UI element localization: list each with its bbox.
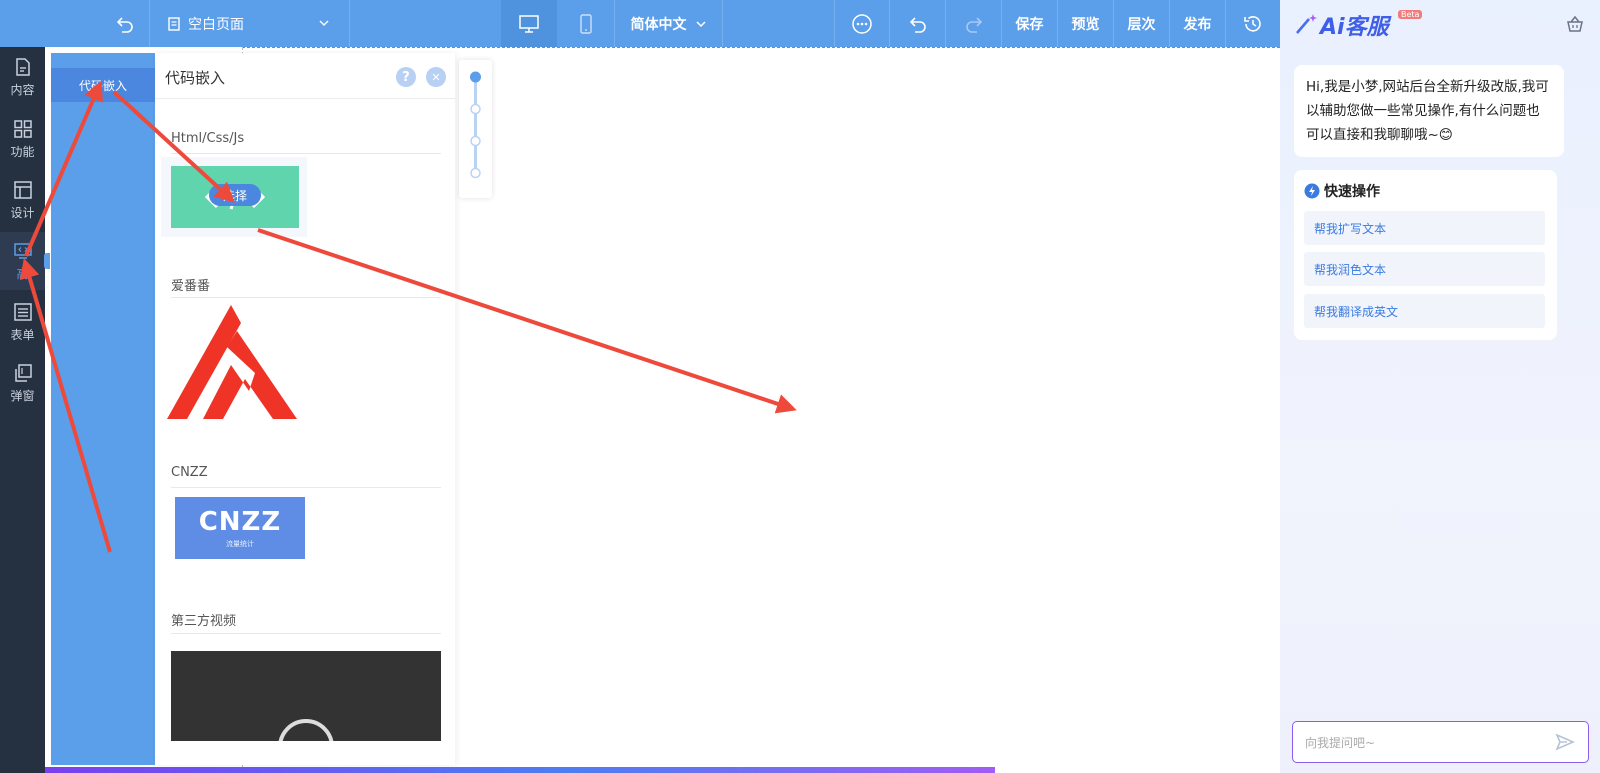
section-divider (171, 487, 441, 488)
section-divider (171, 153, 441, 154)
more-dots-icon (852, 13, 872, 34)
cnzz-logo-subtitle: 流量统计 (226, 540, 254, 548)
chevron-down-icon (695, 20, 706, 27)
rail-active-indicator (44, 253, 50, 269)
quick-actions-title: 快速操作 (1324, 184, 1380, 200)
module-panel: 代码嵌入 ? ✕ Html/Css/Js 选择 爱番番 CNZZ CNZZ 流量… (155, 53, 455, 765)
canvas-top-border (242, 47, 1280, 48)
quick-action-polish[interactable]: 帮我润色文本 (1304, 252, 1545, 286)
mobile-icon (579, 13, 592, 34)
rail-item-label: 内容 (10, 82, 35, 97)
cnzz-module-card[interactable]: CNZZ 流量统计 (175, 497, 305, 559)
editor-canvas[interactable] (455, 47, 1280, 765)
left-nav-rail: 内容 功能 设计 高 表单 弹窗 (0, 47, 50, 773)
section-title-cnzz: CNZZ (171, 465, 208, 480)
quick-action-expand[interactable]: 帮我扩写文本 (1304, 211, 1545, 245)
ai-input-box (1292, 721, 1589, 763)
rail-item-function[interactable]: 功能 (0, 110, 45, 168)
rail-item-popup[interactable]: 弹窗 (0, 354, 45, 412)
page-selector[interactable]: 空白页面 (150, 0, 350, 47)
help-button[interactable]: ? (396, 67, 416, 87)
save-button[interactable]: 保存 (1002, 0, 1058, 47)
top-toolbar: 空白页面 简体中文 保存 预览 层次 发布 (0, 0, 1280, 47)
desktop-view-button[interactable] (501, 0, 557, 47)
grid-icon (13, 119, 32, 138)
module-category-column: 代码嵌入 (51, 53, 155, 765)
chevron-down-icon (319, 20, 329, 27)
more-button[interactable] (834, 0, 890, 47)
quick-actions-card: 快速操作 帮我扩写文本 帮我润色文本 帮我翻译成英文 (1294, 170, 1557, 340)
section-divider (171, 633, 441, 634)
rail-item-form[interactable]: 表单 (0, 293, 45, 351)
mobile-view-button[interactable] (557, 0, 615, 47)
publish-button[interactable]: 发布 (1170, 0, 1226, 47)
redo-button[interactable] (946, 0, 1002, 47)
rail-item-label: 弹窗 (10, 388, 35, 403)
document-icon (15, 57, 30, 76)
page-icon (168, 16, 180, 31)
rail-item-label: 设计 (10, 205, 35, 220)
ai-greeting-message: Hi,我是小梦,网站后台全新升级改版,我可以辅助您做一些常见操作,有什么问题也可… (1294, 65, 1564, 157)
language-selector[interactable]: 简体中文 (615, 0, 723, 47)
rail-item-label: 表单 (10, 327, 35, 342)
quick-action-translate[interactable]: 帮我翻译成英文 (1304, 294, 1545, 328)
bottom-progress-bar (45, 767, 995, 773)
window-stack-icon (14, 363, 32, 382)
ai-title: Ai客服 (1320, 15, 1389, 40)
basket-icon[interactable] (1565, 14, 1585, 34)
preview-button[interactable]: 预览 (1058, 0, 1114, 47)
return-icon (116, 16, 133, 33)
rail-item-advanced[interactable]: 高 (0, 232, 45, 290)
desktop-icon (519, 14, 539, 33)
undo-icon (909, 16, 926, 33)
beta-badge: Beta (1398, 10, 1423, 19)
step-pager (459, 60, 492, 198)
list-icon (13, 302, 32, 321)
html-module-card[interactable]: 选择 (161, 157, 307, 237)
section-title-html: Html/Css/Js (171, 131, 245, 146)
ai-header: Ai客服 Beta (1280, 0, 1600, 47)
ai-assistant-panel: Ai客服 Beta Hi,我是小梦,网站后台全新升级改版,我可以辅助您做一些常见… (1280, 0, 1600, 773)
cnzz-logo-text: CNZZ (198, 507, 282, 537)
category-item-code-embed[interactable]: 代码嵌入 (51, 68, 155, 102)
aifanfan-module-card[interactable] (165, 303, 299, 423)
rail-item-design[interactable]: 设计 (0, 171, 45, 229)
close-button[interactable]: ✕ (426, 67, 446, 87)
select-button[interactable]: 选择 (209, 184, 261, 206)
play-circle-icon (278, 719, 334, 741)
rail-item-label: 高 (16, 266, 29, 281)
language-label: 简体中文 (630, 16, 687, 33)
page-selector-label: 空白页面 (188, 16, 244, 33)
panel-title: 代码嵌入 (165, 69, 226, 87)
section-title-aifanfan: 爱番番 (171, 279, 211, 294)
history-icon (1244, 15, 1261, 32)
back-button[interactable] (100, 0, 150, 47)
rail-item-label: 功能 (10, 144, 35, 159)
redo-icon (965, 16, 982, 33)
code-monitor-icon (13, 242, 32, 259)
panel-header: 代码嵌入 ? ✕ (155, 53, 455, 99)
ai-question-input[interactable] (1303, 730, 1547, 756)
section-divider (171, 297, 441, 298)
html-module-thumbnail: 选择 (171, 166, 299, 228)
layers-button[interactable]: 层次 (1114, 0, 1170, 47)
history-button[interactable] (1226, 0, 1280, 47)
step-indicator (470, 71, 481, 179)
magic-wand-icon (1296, 14, 1317, 34)
section-title-video: 第三方视频 (171, 614, 237, 629)
send-icon[interactable] (1555, 732, 1575, 752)
video-module-card[interactable] (171, 651, 441, 741)
aifanfan-logo-icon (167, 305, 297, 419)
rail-item-content[interactable]: 内容 (0, 48, 45, 106)
undo-button[interactable] (890, 0, 946, 47)
lightning-icon (1304, 183, 1320, 199)
layout-icon (13, 180, 32, 199)
